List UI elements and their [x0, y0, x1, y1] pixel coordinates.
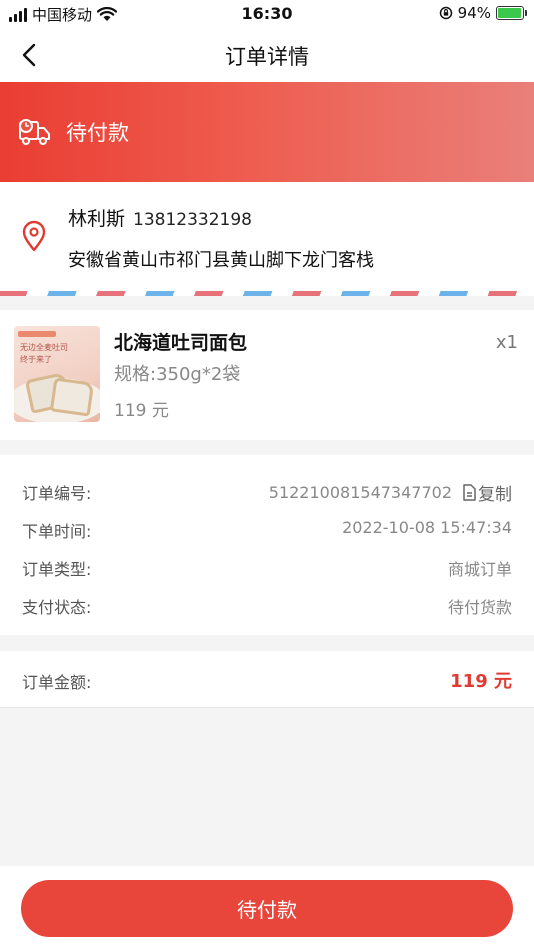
page-title: 订单详情 — [225, 45, 309, 69]
order-amount-value: 119 元 — [450, 671, 512, 692]
copy-label: 复制 — [478, 485, 512, 505]
bottom-action-bar: 待付款 — [0, 866, 534, 950]
product-quantity: x1 — [495, 332, 518, 353]
order-type-row: 订单类型: 商城订单 — [0, 551, 534, 581]
navigation-bar: 订单详情 — [0, 28, 534, 82]
order-type-value: 商城订单 — [447, 560, 512, 579]
order-number-value-group: 512210081547347702 复制 — [269, 480, 512, 505]
delivery-truck-clock-icon — [19, 119, 50, 145]
payment-status-row: 支付状态: 待付货款 — [0, 589, 534, 619]
order-time-label: 下单时间: — [22, 522, 92, 541]
orientation-lock-icon — [439, 6, 452, 20]
status-bar: 中国移动 16:30 94% — [0, 0, 534, 28]
pay-button[interactable]: 待付款 — [21, 880, 513, 937]
order-time-value: 2022-10-08 15:47:34 — [342, 518, 512, 537]
order-number-value: 512210081547347702 — [268, 483, 452, 502]
status-bar-right: 94% — [439, 4, 527, 22]
product-image: 无边全麦吐司 终于来了 — [14, 326, 100, 422]
recipient-phone: 13812332198 — [133, 210, 252, 230]
payment-status-label: 支付状态: — [22, 598, 92, 617]
order-info-card: 订单编号: 512210081547347702 复制 下单时间: 2022-1… — [0, 455, 534, 635]
product-card[interactable]: 无边全麦吐司 终于来了 北海道吐司面包 x1 规格:350g*2袋 119 元 — [0, 310, 534, 440]
order-type-label: 订单类型: — [22, 560, 92, 579]
copy-button[interactable]: 复制 — [462, 480, 512, 505]
product-price: 119 元 — [114, 401, 169, 421]
location-pin-icon — [22, 220, 46, 252]
order-number-row: 订单编号: 512210081547347702 复制 — [0, 475, 534, 505]
envelope-stripe-divider — [0, 291, 534, 296]
order-status-text: 待付款 — [66, 121, 129, 145]
product-name: 北海道吐司面包 — [114, 332, 248, 354]
shipping-address-card[interactable]: 林利斯 13812332198 安徽省黄山市祁门县黄山脚下龙门客栈 — [0, 182, 534, 296]
order-number-label: 订单编号: — [22, 484, 92, 503]
battery-percent: 94% — [457, 4, 491, 22]
order-amount-label: 订单金额: — [22, 673, 92, 692]
recipient-info: 林利斯 13812332198 — [68, 204, 252, 231]
product-spec: 规格:350g*2袋 — [114, 364, 241, 385]
payment-status-value: 待付货款 — [447, 598, 512, 617]
order-status-banner: 待付款 — [0, 82, 534, 182]
document-copy-icon — [463, 484, 476, 501]
recipient-address: 安徽省黄山市祁门县黄山脚下龙门客栈 — [68, 250, 374, 271]
battery-icon — [496, 6, 527, 20]
order-amount-card: 订单金额: 119 元 — [0, 651, 534, 708]
recipient-name: 林利斯 — [68, 208, 126, 230]
order-time-row: 下单时间: 2022-10-08 15:47:34 — [0, 513, 534, 543]
